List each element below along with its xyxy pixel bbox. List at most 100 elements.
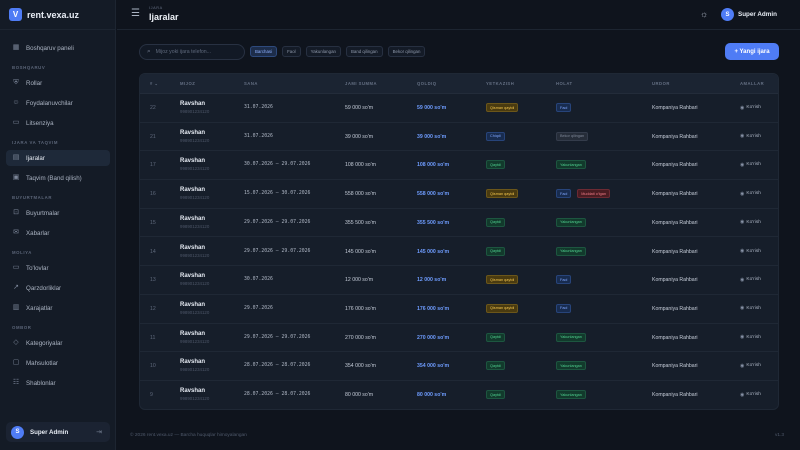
customer-phone: 998901234120 <box>180 109 210 114</box>
sidebar-item-kategoriyalar[interactable]: ◇ Kategoriyalar <box>6 335 110 351</box>
customer-name[interactable]: Ravshan <box>180 388 205 394</box>
sidebar-section-label: OMBOR <box>12 325 32 330</box>
chart-icon: ↗ <box>13 284 19 291</box>
sidebar-item-qarzdorliklar[interactable]: ↗ Qarzdorliklar <box>6 280 110 296</box>
document-icon: ▤ <box>12 154 20 161</box>
filter-chip[interactable]: Barchasi <box>250 46 278 57</box>
sidebar-user-name: Super Admin <box>30 428 69 436</box>
view-button[interactable]: ◉ Ko'rish <box>740 191 761 197</box>
search-icon: ⌕ <box>147 48 151 55</box>
sidebar-item-label: Kategoriyalar <box>26 339 63 347</box>
customer-name[interactable]: Ravshan <box>180 187 205 193</box>
sidebar-item-label: Foydalanuvchilar <box>26 99 73 107</box>
sidebar-item-xabarlar[interactable]: ✉ Xabarlar <box>6 225 110 241</box>
sidebar-item-label: Mahsulotlar <box>26 359 58 367</box>
filter-chip[interactable]: Bekor qilingan <box>387 46 426 57</box>
sidebar-item-foydalanuvchilar[interactable]: ☺ Foydalanuvchilar <box>6 95 110 111</box>
license-icon: ▭ <box>12 119 20 126</box>
footer-copyright: © 2026 rent.vexa.uz — Barcha huquqlar hi… <box>130 433 247 438</box>
view-button[interactable]: ◉ Ko'rish <box>740 133 761 139</box>
customer-name[interactable]: Ravshan <box>180 245 205 251</box>
column-header[interactable]: # ⌄ <box>150 81 159 86</box>
filter-chip[interactable]: Yakunlangan <box>305 46 341 57</box>
view-button[interactable]: ◉ Ko'rish <box>740 392 761 398</box>
sidebar-item-buyurtmalar[interactable]: ⊡ Buyurtmalar <box>6 205 110 221</box>
view-button-label: Ko'rish <box>746 191 761 197</box>
sidebar-item-xarajatlar[interactable]: ▥ Xarajatlar <box>6 300 110 316</box>
view-button[interactable]: ◉ Ko'rish <box>740 363 761 369</box>
rental-date: 29.07.2026 <box>244 305 273 311</box>
total-amount: 145 000 so'm <box>345 248 376 255</box>
customer-phone: 998901234120 <box>180 367 210 373</box>
sidebar-item-label: To'lovlar <box>26 264 49 272</box>
filter-chip[interactable]: Band qilingan <box>345 46 383 57</box>
customer-name[interactable]: Ravshan <box>180 273 205 279</box>
sidebar-item-rollar[interactable]: ⛨ Rollar <box>6 75 110 91</box>
sidebar-item-label: Litsenziya <box>26 119 54 127</box>
eye-icon: ◉ <box>740 190 745 197</box>
rental-date: 30.07.2026 <box>244 277 273 283</box>
remaining-amount: 80 000 so'm <box>417 392 447 398</box>
customer-name[interactable]: Ravshan <box>180 331 205 337</box>
customer-phone: 998901234120 <box>180 338 210 344</box>
sidebar: V rent.vexa.uz ▦ Boshqaruv paneli BOSHQARU… <box>0 0 116 450</box>
header-user-name[interactable]: Super Admin <box>738 11 777 18</box>
status-badge: Yakunlangan <box>556 390 586 399</box>
sidebar-item-mahsulotlar[interactable]: ▢ Mahsulotlar <box>6 355 110 371</box>
sidebar-item-to-lovlar[interactable]: ▭ To'lovlar <box>6 260 110 276</box>
sidebar-item-ijaralar[interactable]: ▤ Ijaralar <box>6 150 110 166</box>
view-button[interactable]: ◉ Ko'rish <box>740 248 761 254</box>
logout-icon[interactable]: ⇥ <box>96 428 102 436</box>
delivery-badge: Qaytdi <box>486 160 505 170</box>
filter-chip[interactable]: Faol <box>282 46 301 57</box>
customer-name[interactable]: Ravshan <box>180 130 205 136</box>
brand-name: rent.vexa.uz <box>27 9 80 20</box>
customer-phone: 998901234120 <box>180 166 210 172</box>
brand[interactable]: V rent.vexa.uz <box>9 8 79 21</box>
search-box[interactable]: ⌕ <box>139 44 245 60</box>
status-badge: Faol <box>556 103 572 112</box>
view-button[interactable]: ◉ Ko'rish <box>740 162 761 168</box>
total-amount: 80 000 so'm <box>345 392 374 398</box>
column-header: YETKAZISH <box>486 81 515 86</box>
sidebar-item-litsenziya[interactable]: ▭ Litsenziya <box>6 115 110 131</box>
sidebar-item-boshqaruv-paneli[interactable]: ▦ Boshqaruv paneli <box>6 40 110 56</box>
avatar[interactable]: S <box>721 8 734 21</box>
row-id: 10 <box>150 363 156 370</box>
view-button[interactable]: ◉ Ko'rish <box>740 219 761 225</box>
customer-name[interactable]: Ravshan <box>180 302 205 308</box>
remaining-amount: 558 000 so'm <box>417 191 450 198</box>
customer-name[interactable]: Ravshan <box>180 359 205 365</box>
customer-name[interactable]: Ravshan <box>180 158 205 164</box>
customer-name[interactable]: Ravshan <box>180 101 205 107</box>
menu-icon[interactable]: ☰ <box>131 9 140 19</box>
view-button[interactable]: ◉ Ko'rish <box>740 105 761 111</box>
search-input[interactable] <box>155 49 236 55</box>
row-id: 11 <box>150 334 156 341</box>
category-icon: ◇ <box>13 339 19 346</box>
total-amount: 354 000 so'm <box>345 363 376 370</box>
rental-date: 15.07.2026 – 30.07.2026 <box>244 191 311 197</box>
view-button[interactable]: ◉ Ko'rish <box>740 305 761 311</box>
sidebar-item-label: Taqvim (Band qilish) <box>26 174 82 182</box>
view-button[interactable]: ◉ Ko'rish <box>740 334 761 340</box>
sidebar-item-taqvim-band-qilish[interactable]: ▣ Taqvim (Band qilish) <box>6 170 110 186</box>
view-button-label: Ko'rish <box>746 133 761 139</box>
add-rental-button[interactable]: + Yangi ijara <box>725 43 779 60</box>
theme-toggle-icon[interactable]: ☼ <box>700 9 708 19</box>
view-button[interactable]: ◉ Ko'rish <box>740 277 761 283</box>
sidebar-divider <box>0 29 116 30</box>
column-header: HOLAT <box>556 81 573 86</box>
sidebar-user-card[interactable]: S Super Admin ⇥ <box>6 422 110 442</box>
delivery-badge: Qisman qaytdi <box>486 275 519 285</box>
customer-phone: 998901234120 <box>180 137 210 143</box>
sidebar-item-shablonlar[interactable]: ☷ Shablonlar <box>6 375 110 391</box>
sidebar-section-label: BUYURTMALAR <box>12 195 53 200</box>
remaining-amount: 270 000 so'm <box>417 334 450 341</box>
eye-icon: ◉ <box>740 362 745 369</box>
topbar: ☰ IJARA Ijaralar ☼ S Super Admin <box>117 0 800 30</box>
total-amount: 558 000 so'm <box>345 191 376 198</box>
rental-date: 28.07.2026 – 28.07.2026 <box>244 363 311 369</box>
customer-name[interactable]: Ravshan <box>180 216 205 222</box>
status-badge: Yakunlangan <box>556 217 586 227</box>
